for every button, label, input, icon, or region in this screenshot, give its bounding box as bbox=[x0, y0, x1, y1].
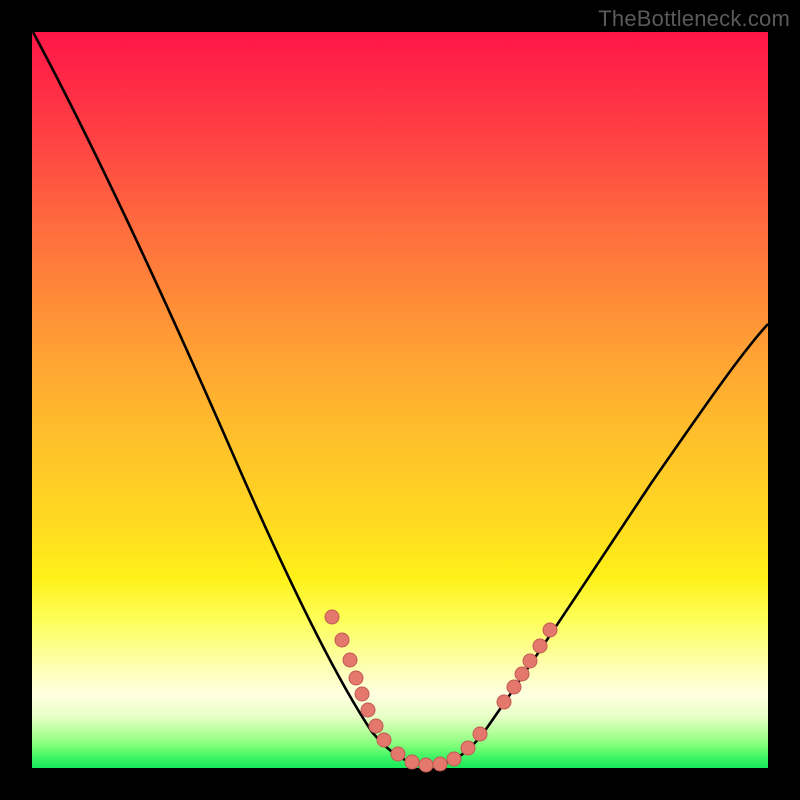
bottleneck-curve bbox=[33, 32, 768, 765]
watermark-label: TheBottleneck.com bbox=[598, 6, 790, 32]
curve-layer bbox=[32, 32, 768, 768]
curve-markers bbox=[325, 610, 557, 772]
chart-frame: TheBottleneck.com bbox=[0, 0, 800, 800]
plot-area bbox=[32, 32, 768, 768]
